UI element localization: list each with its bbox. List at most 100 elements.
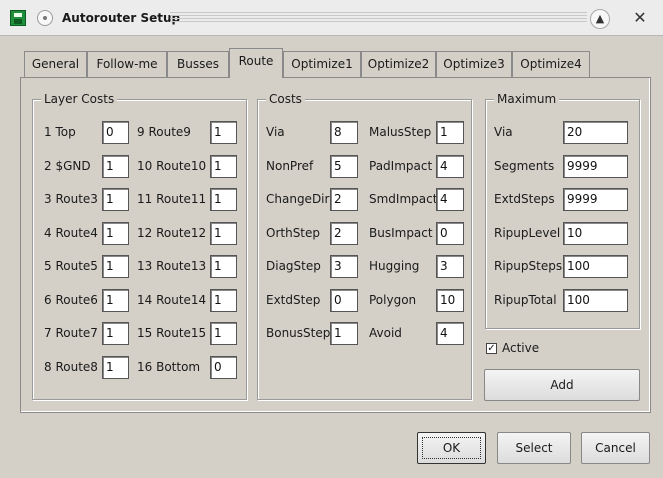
cost-extdstep-field[interactable]: 0	[330, 289, 358, 312]
maximum-segments-label: Segments	[494, 159, 555, 173]
costs-group: Costs	[257, 92, 472, 400]
maximum-ripupsteps-label: RipupSteps	[494, 259, 563, 273]
layer-cost-5-field[interactable]: 1	[102, 255, 129, 278]
maximum-ripuptotal-field[interactable]: 100	[563, 289, 628, 312]
active-checkbox[interactable]: ✓	[486, 343, 497, 354]
layer-cost-6-field[interactable]: 1	[102, 289, 129, 312]
cost-nonpref-field[interactable]: 5	[330, 155, 358, 178]
cost-nonpref-label: NonPref	[266, 159, 314, 173]
active-label: Active	[502, 341, 540, 355]
layer-cost-6-label: 6 Route6	[44, 293, 98, 307]
tab-general[interactable]: General	[24, 51, 87, 77]
close-button[interactable]: ✕	[630, 9, 650, 29]
layer-cost-15-label: 15 Route15	[137, 326, 207, 340]
maximum-ripupsteps-field[interactable]: 100	[563, 255, 628, 278]
cost-orthstep-field[interactable]: 2	[330, 222, 358, 245]
layer-cost-1-label: 1 Top	[44, 125, 76, 139]
maximum-via-label: Via	[494, 125, 513, 139]
check-icon: ✓	[487, 343, 496, 354]
layer-cost-8-label: 8 Route8	[44, 360, 98, 374]
cost-polygon-label: Polygon	[369, 293, 417, 307]
layer-cost-2-field[interactable]: 1	[102, 155, 129, 178]
cost-changedir-field[interactable]: 2	[330, 188, 358, 211]
ok-button[interactable]: OK	[417, 432, 486, 464]
tab-follow-me[interactable]: Follow-me	[87, 51, 167, 77]
close-icon: ✕	[633, 8, 647, 27]
cost-via-label: Via	[266, 125, 285, 139]
tab-optimize4[interactable]: Optimize4	[512, 51, 590, 77]
layer-cost-12-field[interactable]: 1	[210, 222, 237, 245]
layer-cost-15-field[interactable]: 1	[210, 322, 237, 345]
select-button[interactable]: Select	[497, 432, 571, 464]
layer-cost-5-label: 5 Route5	[44, 259, 98, 273]
tab-optimize1[interactable]: Optimize1	[283, 51, 361, 77]
layer-cost-13-field[interactable]: 1	[210, 255, 237, 278]
cost-avoid-field[interactable]: 4	[436, 322, 464, 345]
tab-optimize3[interactable]: Optimize3	[436, 51, 512, 77]
window-title: Autorouter Setup	[62, 11, 181, 25]
layer-cost-12-label: 12 Route12	[137, 226, 207, 240]
layer-cost-2-label: 2 $GND	[44, 159, 91, 173]
add-button[interactable]: Add	[484, 369, 640, 401]
layer-costs-group: Layer Costs	[32, 92, 247, 400]
cost-avoid-label: Avoid	[369, 326, 402, 340]
maximum-ripuplevel-label: RipupLevel	[494, 226, 561, 240]
cost-busimpact-label: BusImpact	[369, 226, 433, 240]
cost-malusstep-field[interactable]: 1	[436, 121, 464, 144]
window-menu-button[interactable]	[37, 10, 53, 26]
cost-orthstep-label: OrthStep	[266, 226, 321, 240]
maximum-ripuptotal-label: RipupTotal	[494, 293, 557, 307]
cost-extdstep-label: ExtdStep	[266, 293, 321, 307]
cost-via-field[interactable]: 8	[330, 121, 358, 144]
cost-diagstep-field[interactable]: 3	[330, 255, 358, 278]
layer-cost-13-label: 13 Route13	[137, 259, 207, 273]
title-bar: Autorouter Setup ▲ ✕	[0, 0, 663, 36]
layer-costs-title: Layer Costs	[41, 92, 118, 106]
maximum-extdsteps-field[interactable]: 9999	[563, 188, 628, 211]
maximize-button[interactable]: ▲	[590, 9, 610, 29]
cost-padimpact-label: PadImpact	[369, 159, 433, 173]
cost-polygon-field[interactable]: 10	[436, 289, 464, 312]
cost-diagstep-label: DiagStep	[266, 259, 321, 273]
layer-cost-1-field[interactable]: 0	[102, 121, 129, 144]
tab-route[interactable]: Route	[229, 48, 283, 78]
chevron-up-icon: ▲	[595, 12, 605, 25]
cost-busimpact-field[interactable]: 0	[436, 222, 464, 245]
layer-cost-4-label: 4 Route4	[44, 226, 98, 240]
layer-cost-10-label: 10 Route10	[137, 159, 207, 173]
cost-padimpact-field[interactable]: 4	[436, 155, 464, 178]
cost-changedir-label: ChangeDir	[266, 192, 330, 206]
layer-cost-11-label: 11 Route11	[137, 192, 207, 206]
layer-cost-3-label: 3 Route3	[44, 192, 98, 206]
maximum-via-field[interactable]: 20	[563, 121, 628, 144]
layer-cost-7-field[interactable]: 1	[102, 322, 129, 345]
focus-ring	[422, 437, 481, 459]
costs-title: Costs	[266, 92, 305, 106]
cost-bonusstep-label: BonusStep	[266, 326, 331, 340]
layer-cost-3-field[interactable]: 1	[102, 188, 129, 211]
maximum-ripuplevel-field[interactable]: 10	[563, 222, 628, 245]
cost-smdimpact-label: SmdImpact	[369, 192, 438, 206]
layer-cost-11-field[interactable]: 1	[210, 188, 237, 211]
layer-cost-16-field[interactable]: 0	[210, 356, 237, 379]
cost-hugging-label: Hugging	[369, 259, 420, 273]
layer-cost-4-field[interactable]: 1	[102, 222, 129, 245]
cancel-button[interactable]: Cancel	[581, 432, 650, 464]
app-icon	[10, 10, 26, 26]
cost-bonusstep-field[interactable]: 1	[330, 322, 358, 345]
layer-cost-7-label: 7 Route7	[44, 326, 98, 340]
layer-cost-9-label: 9 Route9	[137, 125, 191, 139]
tab-optimize2[interactable]: Optimize2	[361, 51, 436, 77]
layer-cost-14-label: 14 Route14	[137, 293, 207, 307]
layer-cost-14-field[interactable]: 1	[210, 289, 237, 312]
layer-cost-16-label: 16 Bottom	[137, 360, 201, 374]
maximum-segments-field[interactable]: 9999	[563, 155, 628, 178]
title-bar-grip	[170, 12, 587, 23]
layer-cost-10-field[interactable]: 1	[210, 155, 237, 178]
layer-cost-8-field[interactable]: 1	[102, 356, 129, 379]
tab-busses[interactable]: Busses	[167, 51, 229, 77]
cost-malusstep-label: MalusStep	[369, 125, 432, 139]
layer-cost-9-field[interactable]: 1	[210, 121, 237, 144]
cost-smdimpact-field[interactable]: 4	[436, 188, 464, 211]
cost-hugging-field[interactable]: 3	[436, 255, 464, 278]
